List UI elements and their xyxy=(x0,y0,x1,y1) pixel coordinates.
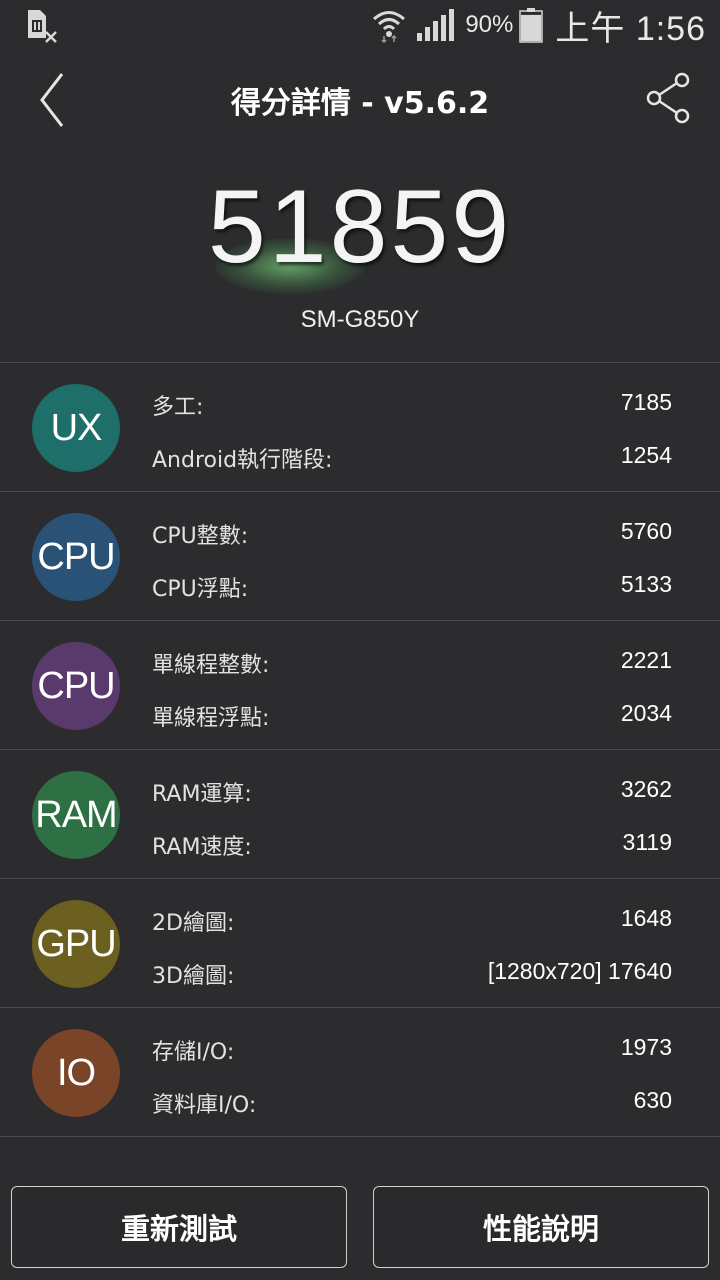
score-value: 3119 xyxy=(622,829,672,855)
share-button[interactable] xyxy=(642,70,698,126)
score-row: RAM速度: 3119 xyxy=(152,829,672,861)
score-row: 存儲I/O: 1973 xyxy=(152,1034,672,1066)
score-label: RAM運算: xyxy=(152,782,252,807)
category-badge-icon: CPU xyxy=(32,513,120,601)
score-label: CPU整數: xyxy=(152,524,249,549)
total-score-panel: 51859 SM-G850Y xyxy=(0,150,720,362)
score-label: CPU浮點: xyxy=(152,577,249,602)
score-label: 資料庫I/O: xyxy=(152,1093,257,1118)
score-row: 單線程浮點: 2034 xyxy=(152,700,672,732)
score-value: 1973 xyxy=(620,1034,672,1060)
score-value: 5760 xyxy=(620,518,672,544)
score-row: Android執行階段: 1254 xyxy=(152,442,672,474)
score-label: 存儲I/O: xyxy=(152,1040,235,1065)
category-io-5: IO 存儲I/O: 1973 資料庫I/O: 630 xyxy=(0,1008,720,1137)
score-label: 多工: xyxy=(152,395,204,420)
score-value: 7185 xyxy=(620,389,672,415)
score-row: 資料庫I/O: 630 xyxy=(152,1087,672,1119)
no-sim-icon xyxy=(24,8,60,44)
category-cpu-1: CPU CPU整數: 5760 CPU浮點: 5133 xyxy=(0,492,720,621)
wifi-icon xyxy=(373,11,406,43)
score-row: 單線程整數: 2221 xyxy=(152,647,672,679)
score-label: 2D繪圖: xyxy=(152,911,235,936)
score-row: 多工: 7185 xyxy=(152,389,672,421)
category-badge-icon: CPU xyxy=(32,642,120,730)
score-label: 單線程浮點: xyxy=(152,706,270,731)
score-value: 630 xyxy=(633,1087,672,1113)
page-title: 得分詳情 - v5.6.2 xyxy=(230,86,490,121)
score-value: 2034 xyxy=(620,700,672,726)
signal-icon xyxy=(417,9,455,41)
score-row: 3D繪圖: [1280x720] 17640 xyxy=(152,958,672,990)
score-breakdown-list: UX 多工: 7185 Android執行階段: 1254 CPU CPU整數: 5760 CP… xyxy=(0,362,720,1137)
category-badge-icon: GPU xyxy=(32,900,120,988)
score-value: 2221 xyxy=(620,647,672,673)
category-badge-icon: RAM xyxy=(32,771,120,859)
score-row: RAM運算: 3262 xyxy=(152,776,672,808)
score-row: 2D繪圖: 1648 xyxy=(152,905,672,937)
score-value: 1648 xyxy=(620,905,672,931)
score-label: RAM速度: xyxy=(152,835,252,860)
score-value: 5133 xyxy=(620,571,672,597)
category-cpu-2: CPU 單線程整數: 2221 單線程浮點: 2034 xyxy=(0,621,720,750)
score-value: 3262 xyxy=(620,776,672,802)
category-ram-3: RAM RAM運算: 3262 RAM速度: 3119 xyxy=(0,750,720,879)
score-value: 1254 xyxy=(620,442,672,468)
share-icon xyxy=(646,72,690,124)
category-ux-0: UX 多工: 7185 Android執行階段: 1254 xyxy=(0,363,720,492)
battery-icon xyxy=(519,8,544,43)
category-gpu-4: GPU 2D繪圖: 1648 3D繪圖: [1280x720] 17640 xyxy=(0,879,720,1008)
status-clock: 上午 1:56 xyxy=(555,9,706,48)
status-bar: 90% 上午 1:56 xyxy=(0,0,720,50)
score-row: CPU整數: 5760 xyxy=(152,518,672,550)
performance-info-button[interactable]: 性能說明 xyxy=(373,1186,709,1268)
score-label: 3D繪圖: xyxy=(152,964,235,989)
category-badge-icon: UX xyxy=(32,384,120,472)
device-model: SM-G850Y xyxy=(300,306,420,333)
score-value: [1280x720] 17640 xyxy=(487,958,672,984)
app-header: 得分詳情 - v5.6.2 xyxy=(0,50,720,150)
category-badge-icon: IO xyxy=(32,1029,120,1117)
score-label: Android執行階段: xyxy=(152,448,333,473)
total-score: 51859 xyxy=(207,169,513,285)
retest-button[interactable]: 重新測試 xyxy=(11,1186,347,1268)
score-row: CPU浮點: 5133 xyxy=(152,571,672,603)
score-label: 單線程整數: xyxy=(152,653,270,678)
battery-percent: 90% xyxy=(465,11,514,38)
